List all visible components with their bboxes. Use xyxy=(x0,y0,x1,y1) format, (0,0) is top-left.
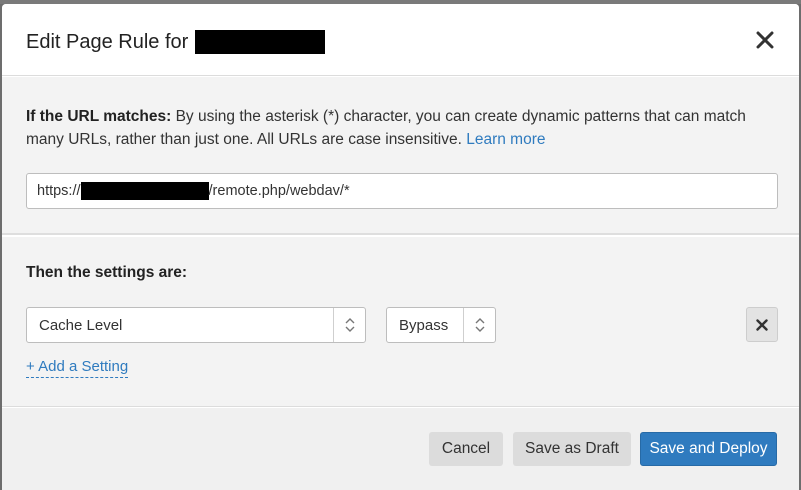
setting-value-select[interactable]: Bypass xyxy=(386,307,496,343)
edit-page-rule-dialog: Edit Page Rule for If the URL matches: B… xyxy=(2,4,799,490)
modal-title: Edit Page Rule for xyxy=(26,30,326,54)
close-icon[interactable] xyxy=(754,29,776,51)
url-match-label: If the URL matches: xyxy=(26,108,172,125)
settings-heading: Then the settings are: xyxy=(26,264,188,281)
redacted-domain xyxy=(195,30,326,54)
setting-name-select[interactable]: Cache Level xyxy=(26,307,366,343)
select-arrows-icon xyxy=(333,308,365,342)
select-arrows-icon xyxy=(463,308,495,342)
cancel-button[interactable]: Cancel xyxy=(429,432,503,466)
setting-name-value: Cache Level xyxy=(39,316,123,334)
save-deploy-button[interactable]: Save and Deploy xyxy=(640,432,777,466)
url-match-section: If the URL matches: By using the asteris… xyxy=(2,77,799,235)
modal-footer: Cancel Save as Draft Save and Deploy xyxy=(2,408,799,490)
redacted-host xyxy=(80,182,209,200)
add-setting-link[interactable]: + Add a Setting xyxy=(26,358,129,378)
modal-title-text: Edit Page Rule for xyxy=(26,31,189,53)
remove-icon xyxy=(756,318,768,331)
modal-header: Edit Page Rule for xyxy=(2,4,799,76)
remove-setting-button[interactable] xyxy=(746,307,778,342)
settings-section: Then the settings are: Cache Level Bypas… xyxy=(2,237,799,407)
url-pattern-input[interactable]: https:// /remote.php/webdav/* xyxy=(26,173,778,209)
save-draft-button[interactable]: Save as Draft xyxy=(513,432,631,466)
setting-value-value: Bypass xyxy=(399,316,449,334)
url-prefix: https:// xyxy=(37,183,81,199)
learn-more-link[interactable]: Learn more xyxy=(466,131,545,148)
url-match-description: If the URL matches: By using the asteris… xyxy=(26,105,771,151)
url-suffix: /remote.php/webdav/* xyxy=(208,183,350,199)
